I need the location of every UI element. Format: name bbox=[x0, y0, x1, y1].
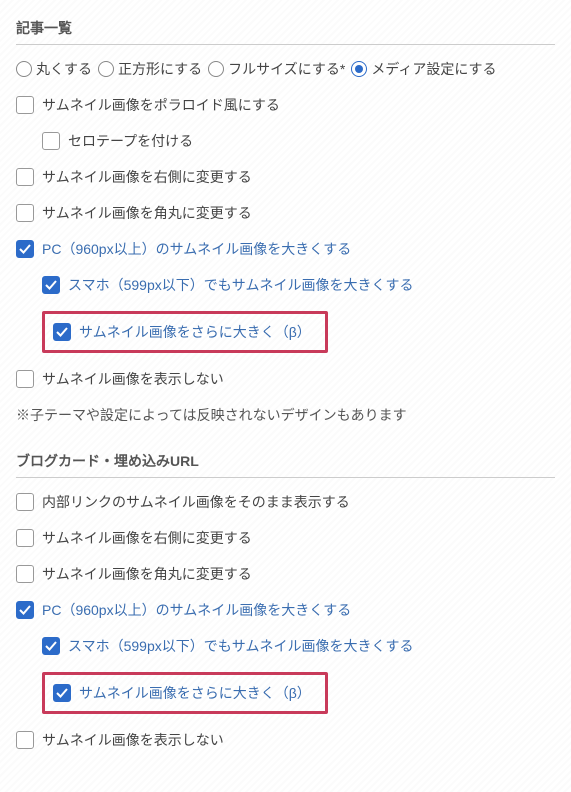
checkbox-label: サムネイル画像を右側に変更する bbox=[42, 167, 252, 187]
checkbox-internal-link[interactable]: 内部リンクのサムネイル画像をそのまま表示する bbox=[16, 492, 555, 512]
checkbox-label: PC（960px以上）のサムネイル画像を大きくする bbox=[42, 239, 351, 259]
checkbox-label: PC（960px以上）のサムネイル画像を大きくする bbox=[42, 600, 351, 620]
radio-label: 丸くする bbox=[36, 59, 92, 79]
checkbox-label: スマホ（599px以下）でもサムネイル画像を大きくする bbox=[68, 636, 413, 656]
checkbox-icon bbox=[16, 204, 34, 222]
thumbnail-shape-radio-group: 丸くする 正方形にする フルサイズにする* メディア設定にする bbox=[16, 59, 555, 79]
checkbox-icon bbox=[53, 323, 71, 341]
checkbox-icon bbox=[16, 240, 34, 258]
checkbox-label: サムネイル画像をさらに大きく（β） bbox=[79, 322, 311, 342]
checkbox-label: サムネイル画像を角丸に変更する bbox=[42, 564, 252, 584]
checkbox-icon bbox=[16, 370, 34, 388]
checkbox-rounded-2[interactable]: サムネイル画像を角丸に変更する bbox=[16, 564, 555, 584]
radio-media-setting[interactable]: メディア設定にする bbox=[351, 59, 496, 79]
checkbox-label: 内部リンクのサムネイル画像をそのまま表示する bbox=[42, 492, 350, 512]
radio-round[interactable]: 丸くする bbox=[16, 59, 92, 79]
checkbox-icon bbox=[42, 132, 60, 150]
checkbox-pc-large-2[interactable]: PC（960px以上）のサムネイル画像を大きくする bbox=[16, 600, 555, 620]
checkbox-hide-thumbnail-2[interactable]: サムネイル画像を表示しない bbox=[16, 730, 555, 750]
checkbox-label: サムネイル画像を表示しない bbox=[42, 369, 224, 389]
checkbox-extra-large[interactable]: サムネイル画像をさらに大きく（β） bbox=[42, 311, 328, 353]
checkbox-label: スマホ（599px以下）でもサムネイル画像を大きくする bbox=[68, 275, 413, 295]
checkbox-right-side[interactable]: サムネイル画像を右側に変更する bbox=[16, 167, 555, 187]
checkbox-sp-large[interactable]: スマホ（599px以下）でもサムネイル画像を大きくする bbox=[16, 275, 555, 295]
checkbox-label: サムネイル画像をポラロイド風にする bbox=[42, 95, 280, 115]
highlight-extra-large-1: サムネイル画像をさらに大きく（β） bbox=[16, 311, 555, 353]
checkbox-hide-thumbnail[interactable]: サムネイル画像を表示しない bbox=[16, 369, 555, 389]
checkbox-icon bbox=[16, 96, 34, 114]
section-blog-card: ブログカード・埋め込みURL 内部リンクのサムネイル画像をそのまま表示する サム… bbox=[16, 451, 555, 750]
checkbox-sp-large-2[interactable]: スマホ（599px以下）でもサムネイル画像を大きくする bbox=[16, 636, 555, 656]
checkbox-pc-large[interactable]: PC（960px以上）のサムネイル画像を大きくする bbox=[16, 239, 555, 259]
radio-square[interactable]: 正方形にする bbox=[98, 59, 202, 79]
checkbox-label: サムネイル画像を角丸に変更する bbox=[42, 203, 252, 223]
checkbox-rounded[interactable]: サムネイル画像を角丸に変更する bbox=[16, 203, 555, 223]
checkbox-label: サムネイル画像を表示しない bbox=[42, 730, 224, 750]
checkbox-icon bbox=[16, 168, 34, 186]
radio-icon bbox=[208, 61, 224, 77]
checkbox-label: セロテープを付ける bbox=[68, 131, 193, 151]
checkbox-polaroid[interactable]: サムネイル画像をポラロイド風にする bbox=[16, 95, 555, 115]
radio-label: メディア設定にする bbox=[371, 59, 496, 79]
checkbox-icon bbox=[42, 637, 60, 655]
section-title-blog-card: ブログカード・埋め込みURL bbox=[16, 451, 555, 478]
radio-icon bbox=[16, 61, 32, 77]
radio-icon bbox=[98, 61, 114, 77]
highlight-extra-large-2: サムネイル画像をさらに大きく（β） bbox=[16, 672, 555, 714]
section-note: ※子テーマや設定によっては反映されないデザインもあります bbox=[16, 405, 555, 425]
section-article-list: 記事一覧 丸くする 正方形にする フルサイズにする* メディア設定にする サムネ… bbox=[16, 18, 555, 425]
radio-icon bbox=[351, 61, 367, 77]
checkbox-icon bbox=[16, 493, 34, 511]
checkbox-right-side-2[interactable]: サムネイル画像を右側に変更する bbox=[16, 528, 555, 548]
checkbox-label: サムネイル画像をさらに大きく（β） bbox=[79, 683, 311, 703]
checkbox-tape[interactable]: セロテープを付ける bbox=[16, 131, 555, 151]
checkbox-icon bbox=[53, 684, 71, 702]
checkbox-icon bbox=[16, 529, 34, 547]
checkbox-icon bbox=[16, 601, 34, 619]
radio-label: フルサイズにする* bbox=[228, 59, 345, 79]
radio-fullsize[interactable]: フルサイズにする* bbox=[208, 59, 345, 79]
checkbox-icon bbox=[42, 276, 60, 294]
checkbox-label: サムネイル画像を右側に変更する bbox=[42, 528, 252, 548]
section-title-article-list: 記事一覧 bbox=[16, 18, 555, 45]
radio-label: 正方形にする bbox=[118, 59, 202, 79]
checkbox-icon bbox=[16, 565, 34, 583]
checkbox-extra-large-2[interactable]: サムネイル画像をさらに大きく（β） bbox=[42, 672, 328, 714]
